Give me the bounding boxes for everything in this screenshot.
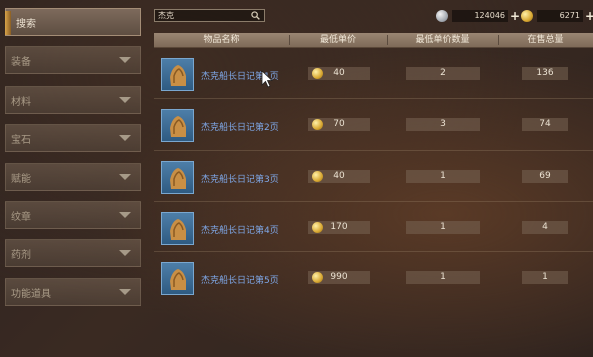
lowest-price-cell: 990 bbox=[308, 271, 370, 284]
lowest-qty-cell: 2 bbox=[406, 67, 480, 80]
chevron-down-icon bbox=[119, 212, 131, 218]
total-cell: 136 bbox=[522, 67, 568, 80]
sidebar-item-label: 搜索 bbox=[16, 18, 36, 30]
column-header-item-name[interactable]: 物品名称 bbox=[154, 33, 289, 47]
total-cell: 74 bbox=[522, 118, 568, 131]
column-header-lowest-price[interactable]: 最低单价 bbox=[289, 33, 387, 47]
row-divider bbox=[154, 150, 593, 151]
lowest-price-value: 170 bbox=[330, 222, 348, 232]
sidebar-item-label: 功能道具 bbox=[11, 288, 51, 300]
lowest-qty-cell: 3 bbox=[406, 118, 480, 131]
silver-coin-icon bbox=[436, 10, 448, 22]
gold-coin-icon bbox=[312, 171, 323, 182]
scroll-page-icon[interactable] bbox=[161, 212, 194, 245]
row-divider bbox=[154, 251, 593, 252]
item-name-link[interactable]: 杰克船长日记第2页 bbox=[201, 120, 279, 133]
sidebar-item-label: 纹章 bbox=[11, 211, 31, 223]
search-input[interactable] bbox=[158, 10, 248, 21]
sidebar-item-search[interactable]: 搜索 bbox=[5, 8, 141, 36]
table-row[interactable]: 杰克船长日记第5页 990 1 1 bbox=[154, 251, 593, 302]
row-divider bbox=[154, 47, 593, 48]
lowest-qty-cell: 1 bbox=[406, 271, 480, 284]
scroll-page-icon[interactable] bbox=[161, 262, 194, 295]
lowest-price-cell: 70 bbox=[308, 118, 370, 131]
sidebar-item-emblems[interactable]: 纹章 bbox=[5, 201, 141, 229]
row-divider bbox=[154, 98, 593, 99]
lowest-price-cell: 40 bbox=[308, 67, 370, 80]
lowest-price-value: 40 bbox=[333, 68, 345, 78]
magnifier-icon[interactable] bbox=[251, 11, 260, 20]
column-header-total[interactable]: 在售总量 bbox=[498, 33, 593, 47]
gold-coin-icon bbox=[312, 68, 323, 79]
lowest-qty-cell: 1 bbox=[406, 170, 480, 183]
scroll-page-icon[interactable] bbox=[161, 58, 194, 91]
add-silver-button[interactable]: + bbox=[510, 10, 520, 22]
chevron-down-icon bbox=[119, 174, 131, 180]
chevron-down-icon bbox=[119, 57, 131, 63]
total-cell: 4 bbox=[522, 221, 568, 234]
lowest-price-cell: 40 bbox=[308, 170, 370, 183]
gold-coin-icon bbox=[312, 222, 323, 233]
sidebar-item-gems[interactable]: 宝石 bbox=[5, 124, 141, 152]
sidebar-item-empower[interactable]: 赋能 bbox=[5, 163, 141, 191]
item-name-link[interactable]: 杰克船长日记第5页 bbox=[201, 273, 279, 286]
table-row[interactable]: 杰克船长日记第1页 40 2 136 bbox=[154, 47, 593, 98]
item-name-link[interactable]: 杰克船长日记第4页 bbox=[201, 223, 279, 236]
sidebar-item-utility[interactable]: 功能道具 bbox=[5, 278, 141, 306]
sidebar-item-label: 药剂 bbox=[11, 249, 31, 261]
table-row[interactable]: 杰克船长日记第3页 40 1 69 bbox=[154, 150, 593, 201]
table-header: 物品名称 最低单价 最低单价数量 在售总量 bbox=[154, 33, 593, 47]
lowest-price-cell: 170 bbox=[308, 221, 370, 234]
item-name-link[interactable]: 杰克船长日记第3页 bbox=[201, 172, 279, 185]
gold-balance: 6271 + bbox=[521, 8, 593, 24]
sidebar-item-label: 装备 bbox=[11, 56, 31, 68]
lowest-price-value: 70 bbox=[333, 119, 345, 129]
lowest-qty-cell: 1 bbox=[406, 221, 480, 234]
sidebar-item-label: 赋能 bbox=[11, 173, 31, 185]
total-cell: 1 bbox=[522, 271, 568, 284]
silver-amount: 124046 bbox=[452, 10, 508, 22]
active-tab-marker bbox=[5, 11, 11, 35]
search-box bbox=[154, 9, 265, 22]
gold-coin-icon bbox=[312, 119, 323, 130]
sidebar-item-label: 宝石 bbox=[11, 134, 31, 146]
gold-coin-icon bbox=[312, 272, 323, 283]
chevron-down-icon bbox=[119, 97, 131, 103]
add-gold-button[interactable]: + bbox=[585, 10, 593, 22]
lowest-price-value: 40 bbox=[333, 171, 345, 181]
table-row[interactable]: 杰克船长日记第4页 170 1 4 bbox=[154, 201, 593, 252]
sidebar-item-materials[interactable]: 材料 bbox=[5, 86, 141, 114]
chevron-down-icon bbox=[119, 135, 131, 141]
lowest-price-value: 990 bbox=[330, 272, 348, 282]
scroll-page-icon[interactable] bbox=[161, 109, 194, 142]
mouse-cursor-icon bbox=[261, 70, 273, 88]
chevron-down-icon bbox=[119, 250, 131, 256]
column-header-lowest-qty[interactable]: 最低单价数量 bbox=[387, 33, 498, 47]
row-divider bbox=[154, 201, 593, 202]
silver-balance: 124046 + bbox=[436, 8, 520, 24]
chevron-down-icon bbox=[119, 289, 131, 295]
sidebar-item-equipment[interactable]: 装备 bbox=[5, 46, 141, 74]
category-sidebar: 搜索 装备 材料 宝石 赋能 纹章 药剂 功能道具 bbox=[0, 0, 148, 357]
gold-amount: 6271 bbox=[537, 10, 583, 22]
sidebar-item-label: 材料 bbox=[11, 96, 31, 108]
table-row[interactable]: 杰克船长日记第2页 70 3 74 bbox=[154, 98, 593, 149]
sidebar-item-potions[interactable]: 药剂 bbox=[5, 239, 141, 267]
gold-coin-icon bbox=[521, 10, 533, 22]
total-cell: 69 bbox=[522, 170, 568, 183]
scroll-page-icon[interactable] bbox=[161, 161, 194, 194]
